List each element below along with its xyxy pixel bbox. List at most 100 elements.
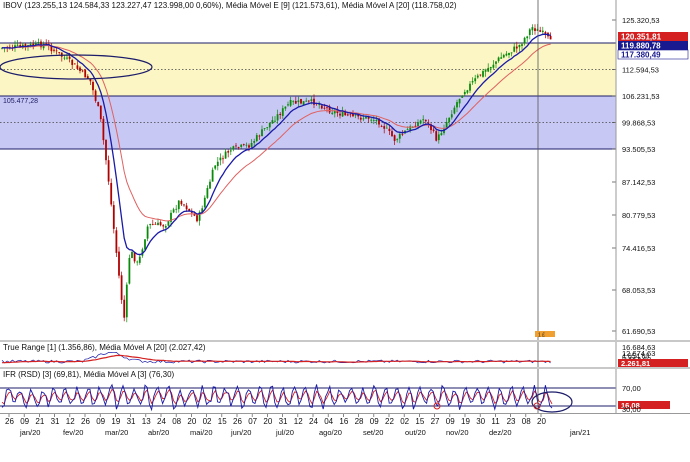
candle-body	[393, 135, 396, 141]
candle-body	[359, 117, 362, 120]
date-tick-label: 26	[5, 417, 14, 426]
date-tick-label: 09	[370, 417, 379, 426]
candle-body	[510, 52, 513, 54]
candle-body	[370, 119, 373, 121]
candle-body	[401, 133, 404, 135]
candle-body	[518, 44, 521, 48]
date-tick-label: 08	[522, 417, 531, 426]
candle-body	[154, 223, 157, 225]
candle-body	[131, 251, 133, 259]
date-tick-label: 16	[339, 417, 348, 426]
candle-body	[310, 99, 313, 101]
price-chart-canvas[interactable]: 105.477,28 1 £ 125.320,53 112.594,53 106.2…	[0, 0, 690, 340]
date-tick-label: 12	[66, 417, 75, 426]
date-tick-label: 28	[355, 417, 364, 426]
candle-body	[177, 200, 180, 210]
candle-body	[63, 57, 66, 59]
price-axis-label: 68.053,53	[622, 286, 655, 295]
candle-body	[292, 101, 295, 103]
candle-body	[523, 37, 526, 44]
price-axis-label: 125.320,53	[622, 16, 660, 25]
candle-body	[261, 129, 263, 137]
annotation-marker[interactable]: 1 £	[535, 331, 555, 339]
candle-body	[279, 113, 282, 116]
date-tick-label: 12	[294, 417, 303, 426]
candle-body	[453, 107, 456, 114]
candle-body	[149, 223, 152, 226]
candle-body	[227, 151, 230, 153]
candle-body	[450, 114, 453, 118]
candle-body	[432, 129, 435, 131]
date-tick-label: 11	[491, 417, 500, 426]
price-axis-label: 93.505,53	[622, 145, 655, 154]
month-label: jan/20	[19, 428, 40, 437]
candle-body	[50, 46, 53, 52]
candle-body	[526, 36, 529, 39]
candle-body	[92, 81, 94, 91]
candle-body	[203, 197, 206, 208]
true-range-badge: 2.261,81	[618, 359, 688, 367]
candle-body	[99, 105, 102, 120]
candle-body	[105, 139, 107, 161]
candle-body	[406, 129, 409, 131]
candle-body	[500, 57, 503, 59]
date-tick-label: 04	[324, 417, 333, 426]
candle-body	[489, 67, 492, 69]
candle-body	[458, 98, 461, 104]
candle-body	[513, 46, 516, 52]
ifr-ma-line	[1, 388, 553, 405]
candle-body	[66, 57, 68, 59]
candle-body	[120, 275, 123, 300]
candle-body	[235, 145, 237, 147]
candle-body	[76, 65, 79, 69]
month-label: mar/20	[105, 428, 128, 437]
candle-body	[307, 100, 310, 102]
candle-body	[258, 135, 261, 137]
candle-body	[128, 257, 131, 284]
candle-body	[531, 27, 534, 31]
candle-body	[323, 107, 326, 109]
date-tick-label: 24	[157, 417, 166, 426]
date-tick-label: 15	[218, 417, 227, 426]
candle-body	[167, 221, 170, 226]
candle-body	[242, 144, 245, 145]
candle-body	[383, 126, 386, 129]
candle-body	[250, 143, 253, 147]
candle-body	[79, 67, 81, 71]
candle-body	[534, 28, 536, 31]
candle-body	[107, 160, 110, 182]
candle-body	[16, 44, 19, 46]
candle-body	[326, 107, 328, 109]
current-price-value: 120.351,81	[621, 33, 662, 42]
candle-body	[222, 158, 224, 160]
candle-body	[268, 122, 271, 128]
candle-body	[331, 112, 334, 114]
price-axis-label: 87.142,53	[622, 178, 655, 187]
candle-body	[248, 145, 250, 148]
candle-body	[521, 44, 523, 46]
price-chart-panel[interactable]: IBOV (123.255,13 124.584,33 123.227,47 1…	[0, 0, 690, 340]
date-axis[interactable]: 26 09 21 31 12 26 09 19 31 13 24 08 20 02 15 26 07 20 31 12…	[0, 413, 690, 462]
candle-body	[232, 146, 235, 150]
candle-body	[427, 122, 430, 124]
candle-body	[81, 70, 84, 72]
candle-body	[544, 32, 547, 34]
candle-body	[68, 56, 71, 59]
candle-body	[476, 75, 479, 78]
candle-body	[297, 100, 300, 103]
candle-body	[219, 157, 222, 161]
candle-body	[125, 284, 128, 318]
date-tick-label: 31	[279, 417, 288, 426]
ifr-axis-70: 70,00	[622, 384, 641, 393]
date-tick-label: 31	[127, 417, 136, 426]
true-range-panel[interactable]: True Range [1] (1.356,86), Média Móvel A…	[0, 342, 690, 367]
month-label: nov/20	[446, 428, 469, 437]
candle-body	[391, 131, 393, 137]
date-tick-label: 26	[233, 417, 242, 426]
candle-body	[209, 181, 211, 189]
candle-body	[287, 104, 289, 106]
ifr-panel[interactable]: IFR (RSD) [3] (69,81), Média Móvel A [3]…	[0, 369, 690, 413]
price-axis-label: 112.594,53	[622, 66, 659, 75]
candle-body	[138, 256, 141, 263]
candle-body	[424, 119, 427, 122]
